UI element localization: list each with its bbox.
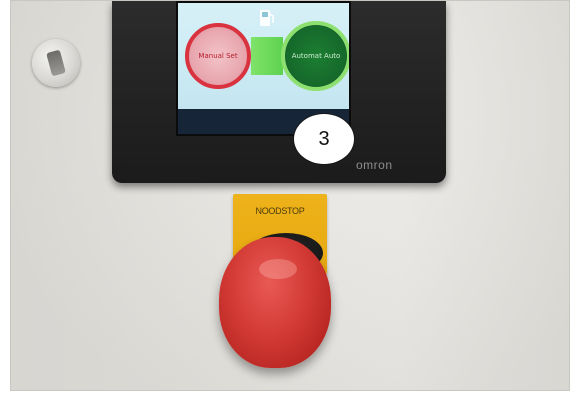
hmi-bezel: Manual Set Automat Auto ✕ omron	[112, 1, 446, 183]
hmi-manual-button-label: Manual Set	[198, 52, 238, 60]
estop-label: NOODSTOP	[255, 206, 305, 216]
emergency-stop-button[interactable]	[219, 237, 331, 368]
key-switch-icon[interactable]	[32, 39, 80, 87]
hmi-auto-button[interactable]: Automat Auto	[281, 21, 349, 91]
photo-frame: Manual Set Automat Auto ✕ omron 3 NOODST…	[10, 0, 570, 391]
fuel-pump-icon	[260, 10, 274, 26]
key-slot	[46, 49, 66, 77]
hmi-auto-button-label: Automat Auto	[291, 52, 341, 60]
estop-highlight	[259, 259, 297, 279]
brand-logo: omron	[356, 158, 393, 172]
callout-marker: 3	[293, 113, 355, 165]
hmi-manual-button[interactable]: Manual Set	[185, 23, 251, 89]
screen-content: Manual Set Automat Auto	[178, 3, 349, 109]
hmi-connector-bar	[251, 37, 283, 75]
